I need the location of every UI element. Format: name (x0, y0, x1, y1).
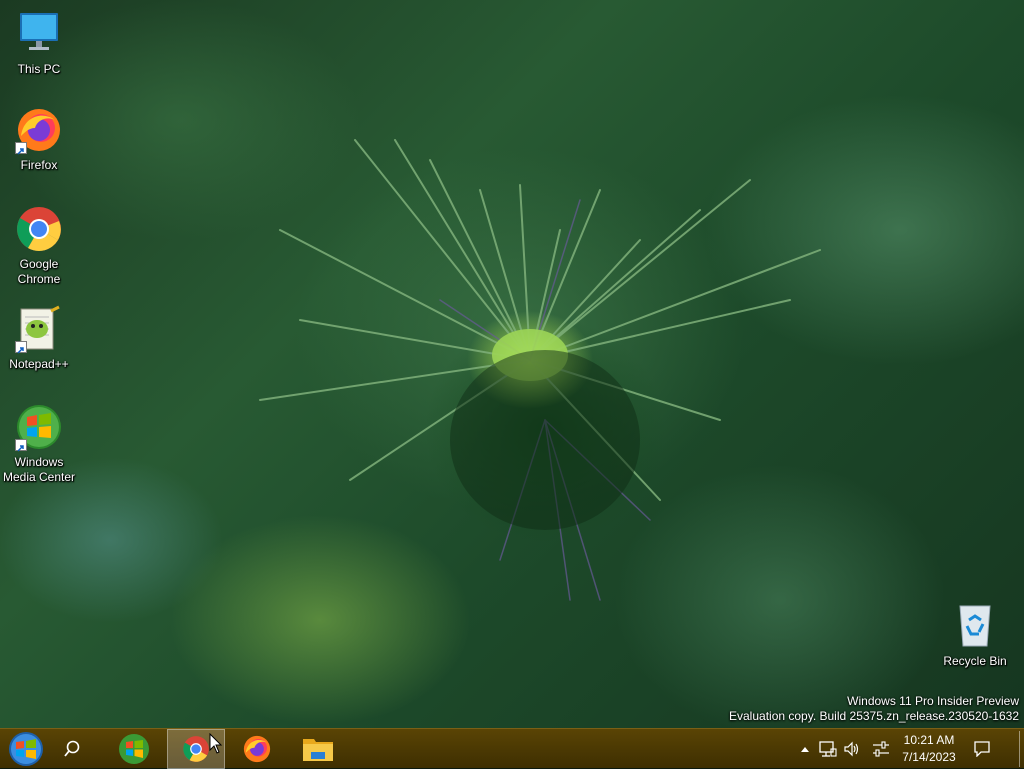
desktop-icon-recycle-bin[interactable]: Recycle Bin (937, 602, 1013, 669)
firefox-icon (243, 735, 271, 763)
watermark-edition: Windows 11 Pro Insider Preview (847, 694, 1019, 708)
wallpaper-flower (259, 139, 821, 601)
desktop-icon-this-pc[interactable]: This PC (1, 10, 77, 77)
watermark-build: Evaluation copy. Build 25375.zn_release.… (729, 709, 1019, 723)
computer-monitor-icon (15, 10, 63, 58)
taskbar-firefox[interactable] (230, 729, 284, 769)
speaker-icon (844, 741, 859, 757)
notepadpp-icon (15, 305, 63, 354)
chrome-icon (183, 736, 209, 762)
recycle-bin-icon (951, 602, 999, 650)
show-desktop-button[interactable] (1014, 729, 1024, 769)
search-icon (64, 740, 80, 757)
shortcut-arrow-icon (15, 142, 27, 155)
action-center-button[interactable] (968, 729, 996, 769)
search-button[interactable] (52, 729, 92, 769)
folder-icon (303, 739, 333, 761)
mouse-cursor-icon (209, 733, 223, 754)
desktop-icon-firefox[interactable]: Firefox (1, 106, 77, 173)
taskbar: 10:21 AM 7/14/2023 (0, 728, 1024, 769)
desktop-icon-windows-media-center[interactable]: Windows Media Center (1, 403, 77, 485)
input-settings-icon (873, 741, 889, 757)
show-desktop-divider (1018, 731, 1020, 767)
clock-date: 7/14/2023 (902, 750, 956, 764)
desktop-icon-label: Recycle Bin (943, 654, 1007, 668)
clock-button[interactable]: 10:21 AM 7/14/2023 (897, 729, 961, 769)
clock-time: 10:21 AM (903, 733, 955, 747)
desktop: This PC Firefox Google Chrome Notepad++ … (0, 0, 1024, 728)
shortcut-arrow-icon (15, 439, 27, 452)
taskbar-file-explorer[interactable] (291, 729, 345, 769)
windows-orb-icon (9, 732, 43, 766)
windows-media-center-icon (119, 734, 149, 764)
input-indicator-button[interactable] (868, 729, 894, 769)
firefox-icon (15, 106, 63, 155)
windows-media-center-icon (15, 403, 63, 452)
start-button[interactable] (2, 729, 50, 769)
network-icon (819, 741, 837, 757)
desktop-icon-label: Google Chrome (17, 257, 61, 286)
taskbar-windows-media-center[interactable] (108, 729, 160, 769)
shortcut-arrow-icon (15, 341, 27, 354)
notification-icon (974, 741, 990, 757)
desktop-icon-label: Notepad++ (9, 357, 69, 371)
desktop-icon-notepadpp[interactable]: Notepad++ (1, 305, 77, 372)
desktop-icon-label: Firefox (20, 158, 58, 172)
desktop-icon-google-chrome[interactable]: Google Chrome (1, 205, 77, 287)
chrome-icon (15, 205, 63, 253)
desktop-icon-label: This PC (17, 62, 61, 76)
desktop-icon-label: Windows Media Center (2, 455, 76, 484)
network-button[interactable] (816, 729, 840, 769)
volume-button[interactable] (841, 729, 863, 769)
chevron-up-icon (801, 747, 809, 752)
show-hidden-icons-button[interactable] (797, 729, 813, 769)
